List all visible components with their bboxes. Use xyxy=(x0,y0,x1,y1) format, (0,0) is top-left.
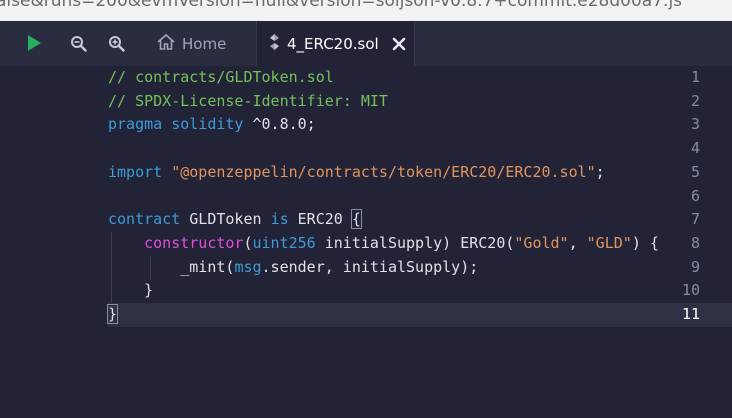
line-number: 9 xyxy=(690,257,700,276)
bracket: { xyxy=(350,209,362,230)
keyword: contract xyxy=(108,210,181,229)
code-text: _mint( xyxy=(180,257,235,276)
zoom-in-icon[interactable] xyxy=(105,32,127,54)
browser-url-bar: alse&runs=200&evmVersion=null&version=so… xyxy=(0,0,732,21)
code-line-11: } xyxy=(106,303,119,327)
code-text: } xyxy=(144,281,154,300)
type-keyword: uint256 xyxy=(252,233,316,252)
code-text: initialSupply) ERC20( xyxy=(315,233,515,252)
code-line-9: _mint(msg.sender, initialSupply); xyxy=(108,256,478,280)
code-text: ERC20 xyxy=(288,210,352,229)
keyword: constructor xyxy=(144,233,244,252)
code-line-7: contract GLDToken is ERC20 { xyxy=(108,208,362,232)
string-literal: "Gold" xyxy=(514,233,569,252)
code-text: ( xyxy=(243,233,253,252)
home-icon xyxy=(156,33,176,55)
code-text: ) { xyxy=(631,233,659,252)
close-icon[interactable] xyxy=(392,37,406,51)
line-number: 7 xyxy=(690,210,700,229)
url-text: alse&runs=200&evmVersion=null&version=so… xyxy=(0,0,683,11)
tab-home[interactable]: Home xyxy=(146,21,236,66)
code-text: GLDToken xyxy=(180,210,271,229)
tab-file-label: 4_ERC20.sol xyxy=(287,34,379,53)
code-editor[interactable]: 1 2 3 4 5 6 7 8 9 10 11 // contracts/GLD… xyxy=(0,66,732,418)
code-text: ; xyxy=(595,162,605,181)
tab-home-label: Home xyxy=(182,34,227,53)
keyword: import xyxy=(108,162,163,181)
line-number: 4 xyxy=(690,139,700,158)
play-icon[interactable] xyxy=(23,32,45,54)
active-line-highlight xyxy=(108,303,732,327)
line-number: 1 xyxy=(690,68,700,86)
code-line-3: pragma solidity ^0.8.0; xyxy=(108,113,316,137)
comment: // SPDX-License-Identifier: MIT xyxy=(108,91,388,110)
solidity-icon xyxy=(269,33,280,54)
line-number: 6 xyxy=(690,186,700,205)
code-line-10: } xyxy=(108,279,153,303)
keyword: pragma xyxy=(108,115,163,134)
zoom-out-icon[interactable] xyxy=(67,32,89,54)
code-line-1: // contracts/GLDToken.sol xyxy=(108,66,334,90)
line-number-gutter xyxy=(0,66,108,418)
string-literal: "GLD" xyxy=(586,233,632,252)
keyword: is xyxy=(270,210,289,229)
line-number: 3 xyxy=(690,115,700,134)
tab-4-erc20-sol[interactable]: 4_ERC20.sol xyxy=(256,21,415,66)
bracket: } xyxy=(106,304,119,324)
code-text: ^0.8.0; xyxy=(243,115,316,134)
line-number-active: 11 xyxy=(681,305,700,323)
code-line-5: import "@openzeppelin/contracts/token/ER… xyxy=(108,161,605,185)
code-line-8: constructor(uint256 initialSupply) ERC20… xyxy=(108,232,659,256)
line-number: 5 xyxy=(690,162,700,181)
comment: // contracts/GLDToken.sol xyxy=(108,68,334,86)
code-text: .sender, initialSupply); xyxy=(261,257,479,276)
line-number: 10 xyxy=(681,281,700,300)
string-literal: "@openzeppelin/contracts/token/ERC20/ERC… xyxy=(171,162,596,181)
keyword: msg xyxy=(234,257,262,276)
keyword: solidity xyxy=(171,115,244,134)
code-text: , xyxy=(568,233,587,252)
line-number: 2 xyxy=(690,91,700,110)
code-line-2: // SPDX-License-Identifier: MIT xyxy=(108,90,388,114)
